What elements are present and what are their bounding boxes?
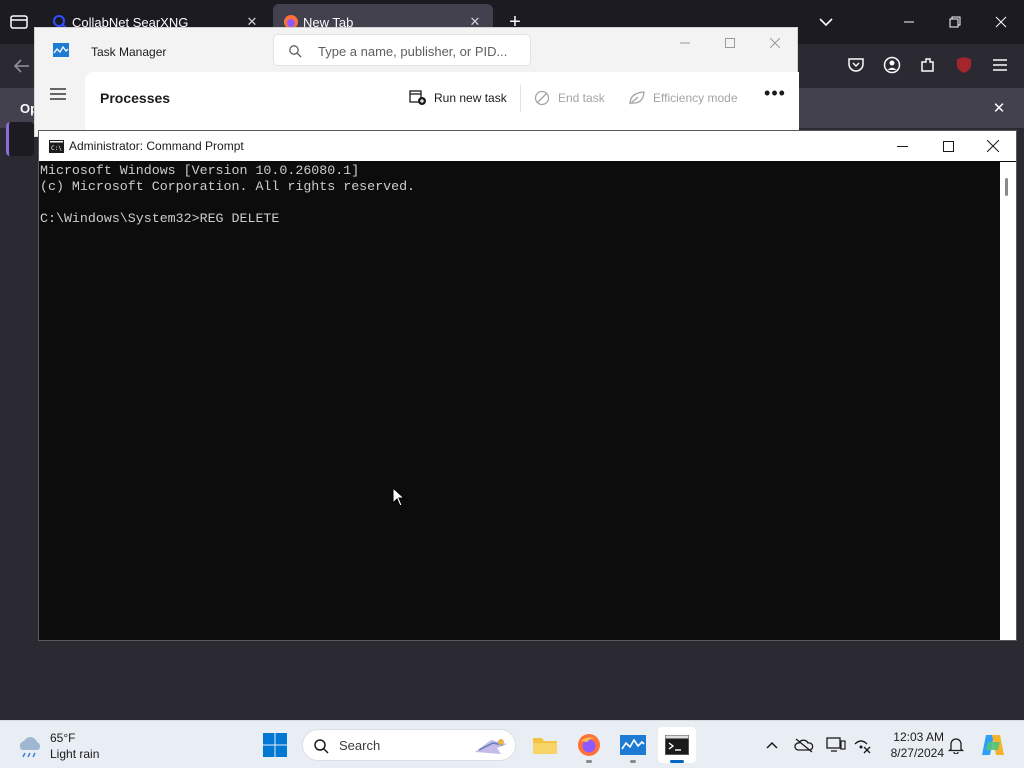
cmd-close-button[interactable]	[970, 131, 1016, 161]
search-input[interactable]	[318, 42, 523, 60]
terminal-output[interactable]: Microsoft Windows [Version 10.0.26080.1]…	[39, 162, 999, 640]
more-options-icon[interactable]: •••	[763, 84, 787, 106]
maximize-icon	[942, 140, 954, 152]
minimize-icon	[904, 21, 914, 23]
display-icon[interactable]	[826, 735, 846, 755]
notification-action-button[interactable]	[6, 122, 34, 156]
terminal-prompt-line: C:\Windows\System32>REG DELETE	[40, 211, 280, 226]
weather-temperature: 65°F	[50, 731, 76, 745]
windows-start-icon[interactable]	[262, 732, 288, 758]
search-icon	[289, 45, 302, 58]
task-manager-icon	[620, 735, 646, 755]
close-icon	[995, 16, 1007, 28]
running-indicator	[630, 760, 636, 763]
taskbar-search-box[interactable]: Search	[302, 729, 516, 761]
search-highlight-art-icon	[475, 739, 507, 754]
window-title: Administrator: Command Prompt	[69, 139, 244, 153]
taskbar-firefox[interactable]	[570, 727, 608, 763]
search-icon	[314, 739, 329, 754]
clock-date: 8/27/2024	[890, 746, 944, 760]
terminal-line: Microsoft Windows [Version 10.0.26080.1]	[40, 163, 360, 178]
cmd-maximize-button[interactable]	[925, 131, 971, 161]
hamburger-menu-icon[interactable]	[49, 86, 67, 102]
close-icon	[770, 38, 780, 48]
svg-text:C:\: C:\	[51, 145, 62, 152]
command-prompt-icon: C:\	[49, 140, 64, 153]
task-manager-minimize-button[interactable]	[665, 32, 705, 54]
taskbar: 65°F Light rain Search 12:03 AM 8/27/202…	[0, 720, 1024, 768]
onedrive-offline-icon[interactable]	[794, 735, 814, 755]
task-manager-window: Task Manager Processes Run ne	[34, 27, 799, 138]
weather-widget[interactable]: 65°F Light rain	[14, 729, 134, 763]
weather-description: Light rain	[50, 747, 100, 761]
back-arrow-icon[interactable]	[12, 56, 32, 76]
run-new-task-label: Run new task	[434, 91, 507, 105]
search-box[interactable]	[273, 34, 531, 66]
end-task-label: End task	[558, 91, 605, 105]
show-hidden-icons-chevron-up-icon[interactable]	[762, 735, 782, 755]
firefox-icon	[578, 734, 600, 756]
extensions-icon[interactable]	[917, 54, 939, 76]
minimize-icon	[896, 145, 908, 147]
mouse-pointer-icon	[392, 487, 406, 507]
run-new-task-button[interactable]: Run new task	[409, 90, 507, 106]
taskbar-task-manager[interactable]	[614, 727, 652, 763]
efficiency-mode-label: Efficiency mode	[653, 91, 738, 105]
copilot-icon[interactable]	[980, 732, 1006, 758]
task-manager-icon	[53, 43, 69, 57]
rain-cloud-icon	[19, 737, 41, 758]
terminal-line: (c) Microsoft Corporation. All rights re…	[40, 179, 416, 194]
cmd-minimize-button[interactable]	[879, 131, 925, 161]
system-clock[interactable]: 12:03 AM 8/27/2024	[882, 729, 944, 761]
scrollbar[interactable]	[1000, 162, 1016, 640]
browser-minimize-button[interactable]	[886, 0, 932, 44]
taskbar-command-prompt[interactable]	[658, 727, 696, 763]
clock-time: 12:03 AM	[893, 730, 944, 744]
toolbar-divider	[520, 84, 521, 112]
notification-bell-icon[interactable]	[946, 735, 966, 755]
menu-icon[interactable]	[989, 54, 1011, 76]
active-indicator	[670, 760, 684, 763]
minimize-icon	[680, 42, 690, 44]
maximize-icon	[725, 38, 735, 48]
browser-close-button[interactable]	[978, 0, 1024, 44]
tab-list-icon[interactable]	[8, 12, 30, 32]
close-icon	[987, 140, 999, 152]
folder-icon	[533, 738, 557, 754]
task-manager-content: Processes Run new task End task Efficien…	[85, 72, 799, 138]
page-title: Processes	[100, 90, 171, 106]
account-icon[interactable]	[881, 54, 903, 76]
efficiency-mode-button[interactable]: Efficiency mode	[628, 90, 738, 106]
ublock-origin-icon[interactable]	[953, 54, 975, 76]
command-prompt-window: C:\ Administrator: Command Prompt Micros…	[38, 130, 1017, 641]
end-task-button[interactable]: End task	[533, 90, 605, 106]
run-task-icon	[409, 90, 426, 105]
task-manager-maximize-button[interactable]	[710, 32, 750, 54]
window-title: Task Manager	[91, 45, 167, 59]
task-manager-close-button[interactable]	[755, 32, 795, 54]
command-prompt-icon	[665, 735, 689, 755]
cmd-title-bar[interactable]: C:\ Administrator: Command Prompt	[39, 131, 1016, 161]
restore-icon	[949, 16, 961, 28]
network-icon[interactable]	[852, 735, 872, 755]
running-indicator	[586, 760, 592, 763]
end-task-icon	[534, 90, 550, 106]
pocket-icon[interactable]	[845, 54, 867, 76]
chevron-down-icon[interactable]	[816, 12, 836, 32]
taskbar-file-explorer[interactable]	[526, 727, 564, 763]
scrollbar-thumb[interactable]	[1005, 178, 1008, 196]
close-icon[interactable]: ✕	[990, 100, 1008, 118]
leaf-icon	[629, 91, 645, 105]
browser-restore-button[interactable]	[932, 0, 978, 44]
search-label: Search	[339, 738, 381, 753]
